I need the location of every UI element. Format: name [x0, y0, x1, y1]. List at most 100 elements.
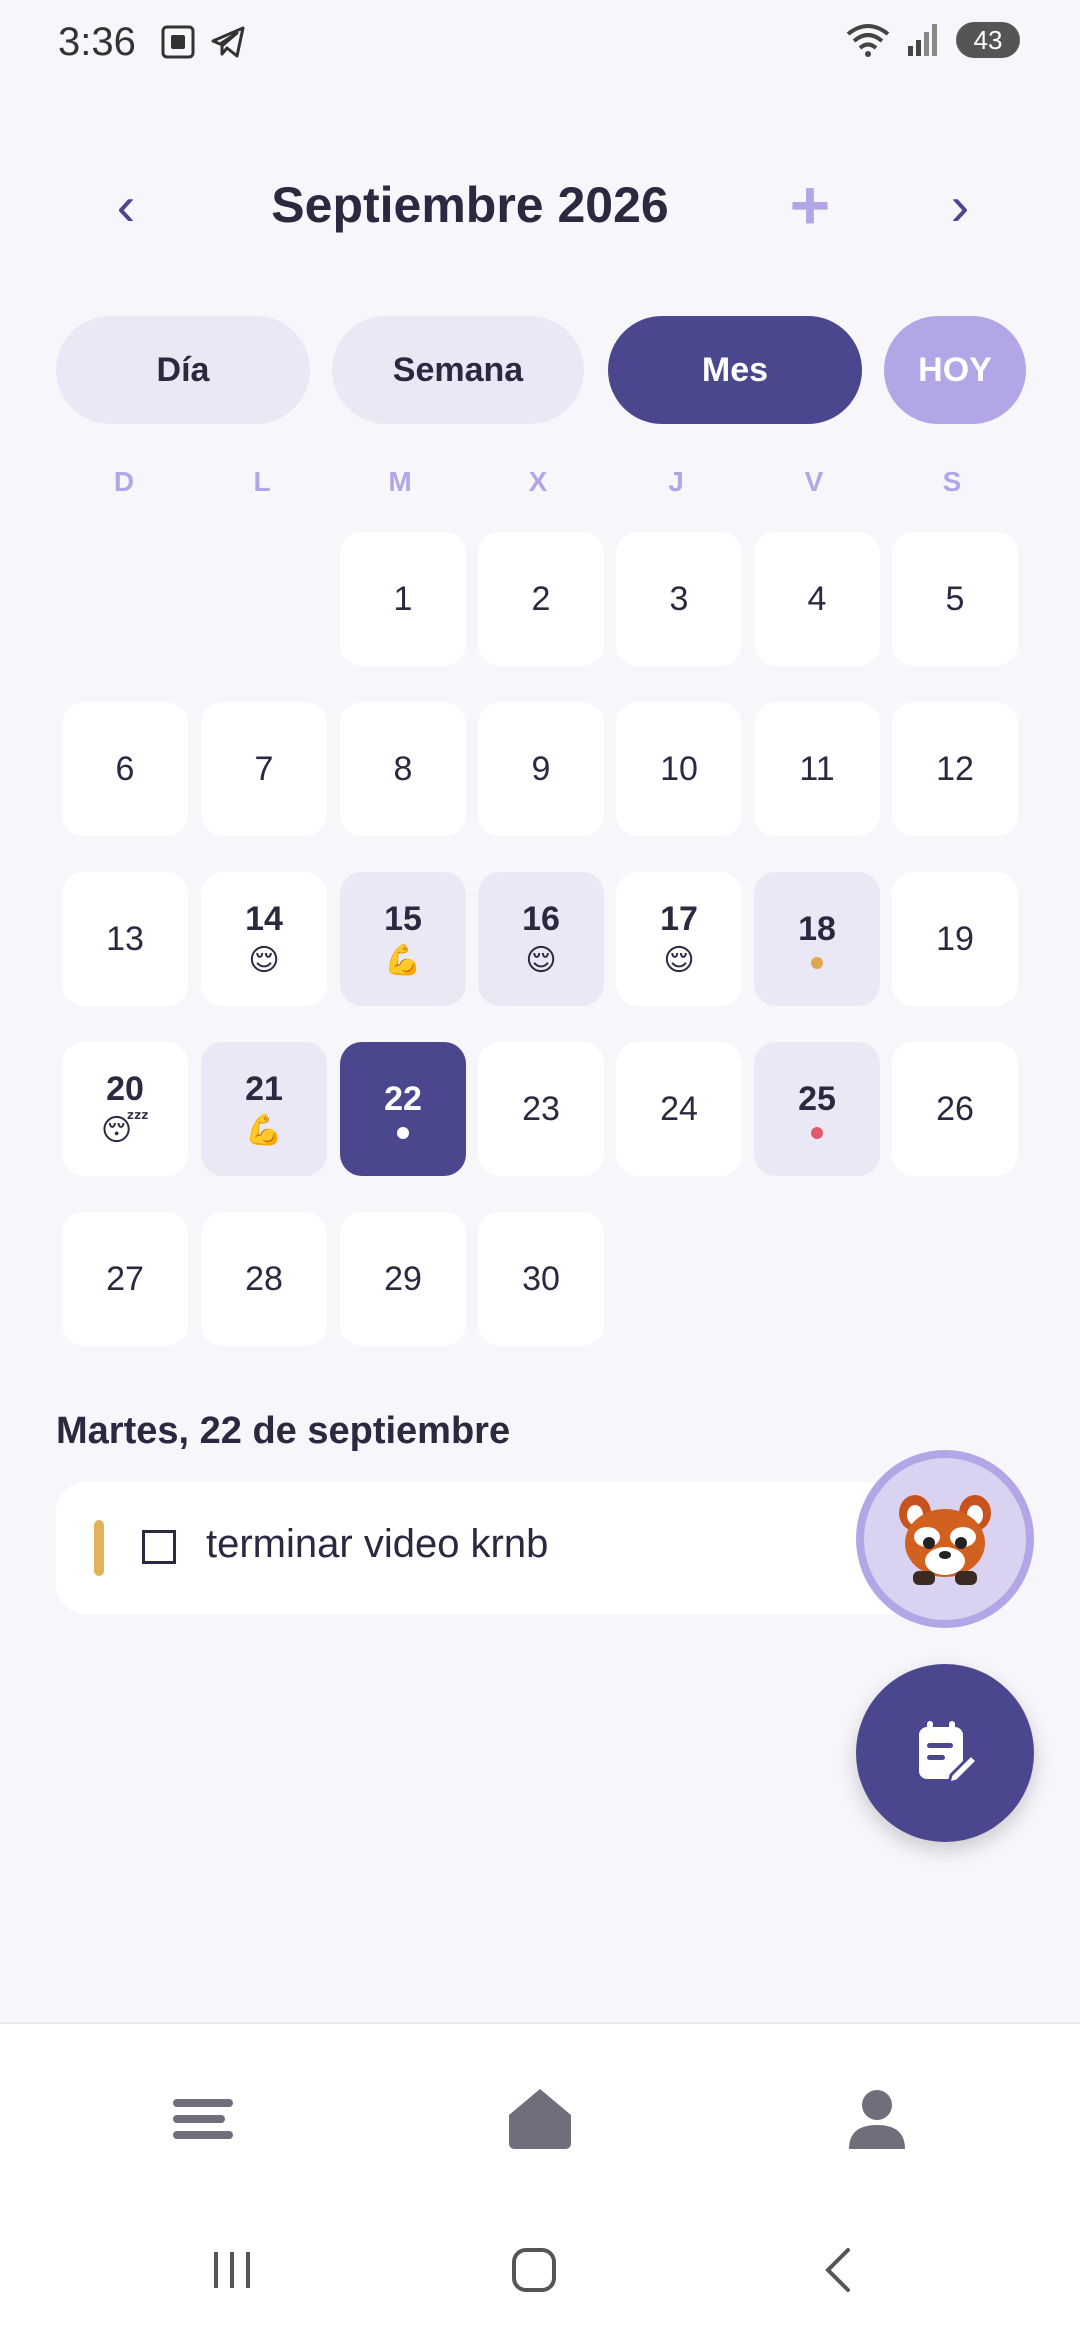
calendar-day[interactable]: 28 [201, 1212, 327, 1346]
day-number: 30 [522, 1259, 560, 1298]
wifi-icon [846, 24, 890, 57]
mood-emoji: 😌 [248, 943, 280, 977]
day-number: 25 [798, 1079, 836, 1118]
calendar-day[interactable]: 25 [754, 1042, 880, 1176]
calendar-day[interactable]: 14 😌 [201, 872, 327, 1006]
calendar-day[interactable]: 3 [616, 532, 742, 666]
day-number: 27 [106, 1259, 144, 1298]
calendar-day[interactable]: 12 [892, 702, 1018, 836]
calendar-day[interactable]: 13 [62, 872, 188, 1006]
day-number: 14 [245, 899, 283, 938]
calendar-day[interactable]: 23 [478, 1042, 604, 1176]
event-dot [397, 1126, 409, 1139]
mood-emoji: 💪 [384, 943, 422, 977]
calendar-day[interactable]: 4 [754, 532, 880, 666]
day-number: 23 [522, 1089, 560, 1128]
weekday-label: J [668, 466, 684, 497]
calendar-day[interactable]: 2 [478, 532, 604, 666]
home-system-icon[interactable] [504, 2240, 564, 2300]
task-card[interactable]: terminar video krnb [56, 1482, 936, 1614]
view-switcher: Día Semana Mes HOY [56, 316, 1026, 424]
calendar-day[interactable]: 18 [754, 872, 880, 1006]
day-number: 18 [798, 909, 836, 948]
red-panda-icon [899, 1495, 991, 1585]
calendar-day[interactable]: 6 [62, 702, 188, 836]
day-number: 21 [245, 1069, 283, 1108]
tab-month[interactable]: Mes [608, 316, 862, 424]
profile-icon[interactable] [842, 2084, 912, 2154]
tab-week[interactable]: Semana [332, 316, 584, 424]
day-number: 20 [106, 1069, 144, 1108]
weekday-label: D [113, 466, 135, 497]
add-event-button[interactable]: + [780, 160, 840, 250]
weekday-label: V [804, 466, 824, 497]
system-navigation-bar [0, 2192, 1080, 2340]
status-system-icons: 43 [844, 22, 1020, 58]
month-header: ‹ Septiembre 2026 + › [0, 160, 1080, 250]
mood-emoji: 💪 [245, 1113, 283, 1147]
weekday-label: L [253, 466, 271, 497]
mood-emoji: 😌 [663, 943, 695, 977]
day-number: 19 [936, 919, 974, 958]
day-number: 2 [531, 579, 551, 618]
event-dot [811, 1126, 823, 1139]
recent-apps-icon[interactable] [202, 2240, 262, 2300]
mood-emoji: 😌 [525, 943, 557, 977]
day-number: 5 [945, 579, 965, 618]
calendar-day[interactable]: 30 [478, 1212, 604, 1346]
calendar-day[interactable]: 16 😌 [478, 872, 604, 1006]
event-dot [811, 956, 823, 969]
new-note-button[interactable] [856, 1664, 1034, 1842]
calendar-day[interactable]: 29 [340, 1212, 466, 1346]
calendar-day[interactable]: 1 [340, 532, 466, 666]
day-number: 28 [245, 1259, 283, 1298]
weekday-header: D L M X J V S [60, 466, 1020, 506]
bottom-navigation [0, 2022, 1080, 2192]
menu-icon[interactable] [168, 2084, 238, 2154]
calendar-day[interactable]: 5 [892, 532, 1018, 666]
calendar-day[interactable]: 11 [754, 702, 880, 836]
calendar-day-selected[interactable]: 22 [340, 1042, 466, 1176]
day-number: 9 [531, 749, 551, 788]
day-number: 29 [384, 1259, 422, 1298]
tab-day[interactable]: Día [56, 316, 310, 424]
calendar-day[interactable]: 8 [340, 702, 466, 836]
back-icon[interactable] [808, 2240, 868, 2300]
day-number: 4 [807, 579, 827, 618]
mood-emoji: 😴 [100, 1113, 150, 1147]
task-checkbox[interactable] [142, 1530, 176, 1564]
previous-month-button[interactable]: ‹ [96, 160, 156, 250]
task-title: terminar video krnb [206, 1522, 549, 1566]
next-month-button[interactable]: › [930, 160, 990, 250]
red-panda-avatar-icon[interactable] [856, 1450, 1034, 1628]
calendar-day[interactable]: 21 💪 [201, 1042, 327, 1176]
day-number: 3 [669, 579, 689, 618]
calendar-day[interactable]: 19 [892, 872, 1018, 1006]
calendar-day[interactable]: 10 [616, 702, 742, 836]
calendar-day[interactable]: 26 [892, 1042, 1018, 1176]
day-number: 13 [106, 919, 144, 958]
today-button[interactable]: HOY [884, 316, 1026, 424]
calendar-day[interactable]: 17 😌 [616, 872, 742, 1006]
home-icon[interactable] [505, 2084, 575, 2154]
calendar-day[interactable]: 15 💪 [340, 872, 466, 1006]
calendar-day[interactable]: 7 [201, 702, 327, 836]
day-number: 1 [393, 579, 413, 618]
calendar-day[interactable]: 9 [478, 702, 604, 836]
note-edit-icon [919, 1721, 980, 1786]
task-color-bar [94, 1520, 104, 1576]
day-number: 26 [936, 1089, 974, 1128]
calendar-day[interactable]: 27 [62, 1212, 188, 1346]
day-number: 15 [384, 899, 422, 938]
weekday-label: X [528, 466, 548, 497]
telegram-icon [211, 26, 245, 58]
signal-icon [908, 24, 937, 56]
calendar-day[interactable]: 20 😴 [62, 1042, 188, 1176]
day-number: 22 [384, 1079, 422, 1118]
day-number: 7 [254, 749, 274, 788]
weekday-label: M [388, 466, 412, 497]
calendar-day[interactable]: 24 [616, 1042, 742, 1176]
day-number: 8 [393, 749, 413, 788]
day-number: 24 [660, 1089, 698, 1128]
status-bar: 3:36 43 [0, 0, 1080, 90]
